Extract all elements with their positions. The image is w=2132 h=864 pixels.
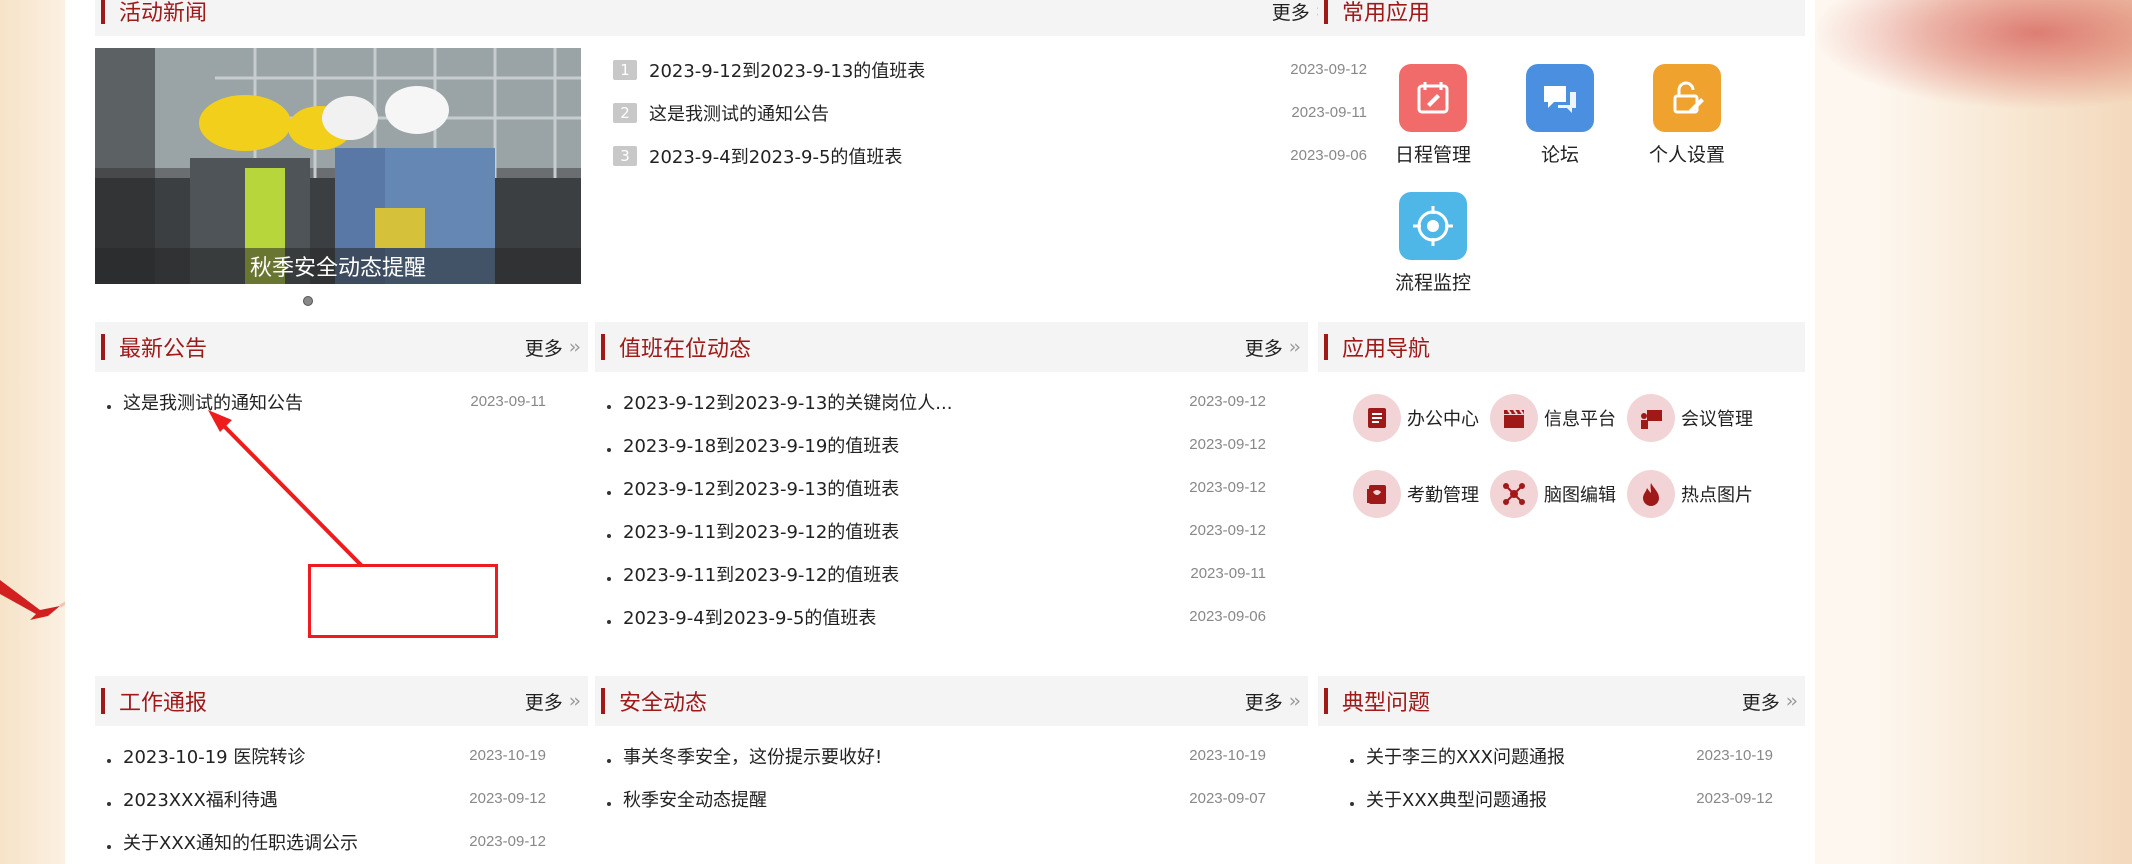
annotation-arrow: [208, 410, 364, 568]
annotation-box: [308, 564, 498, 638]
